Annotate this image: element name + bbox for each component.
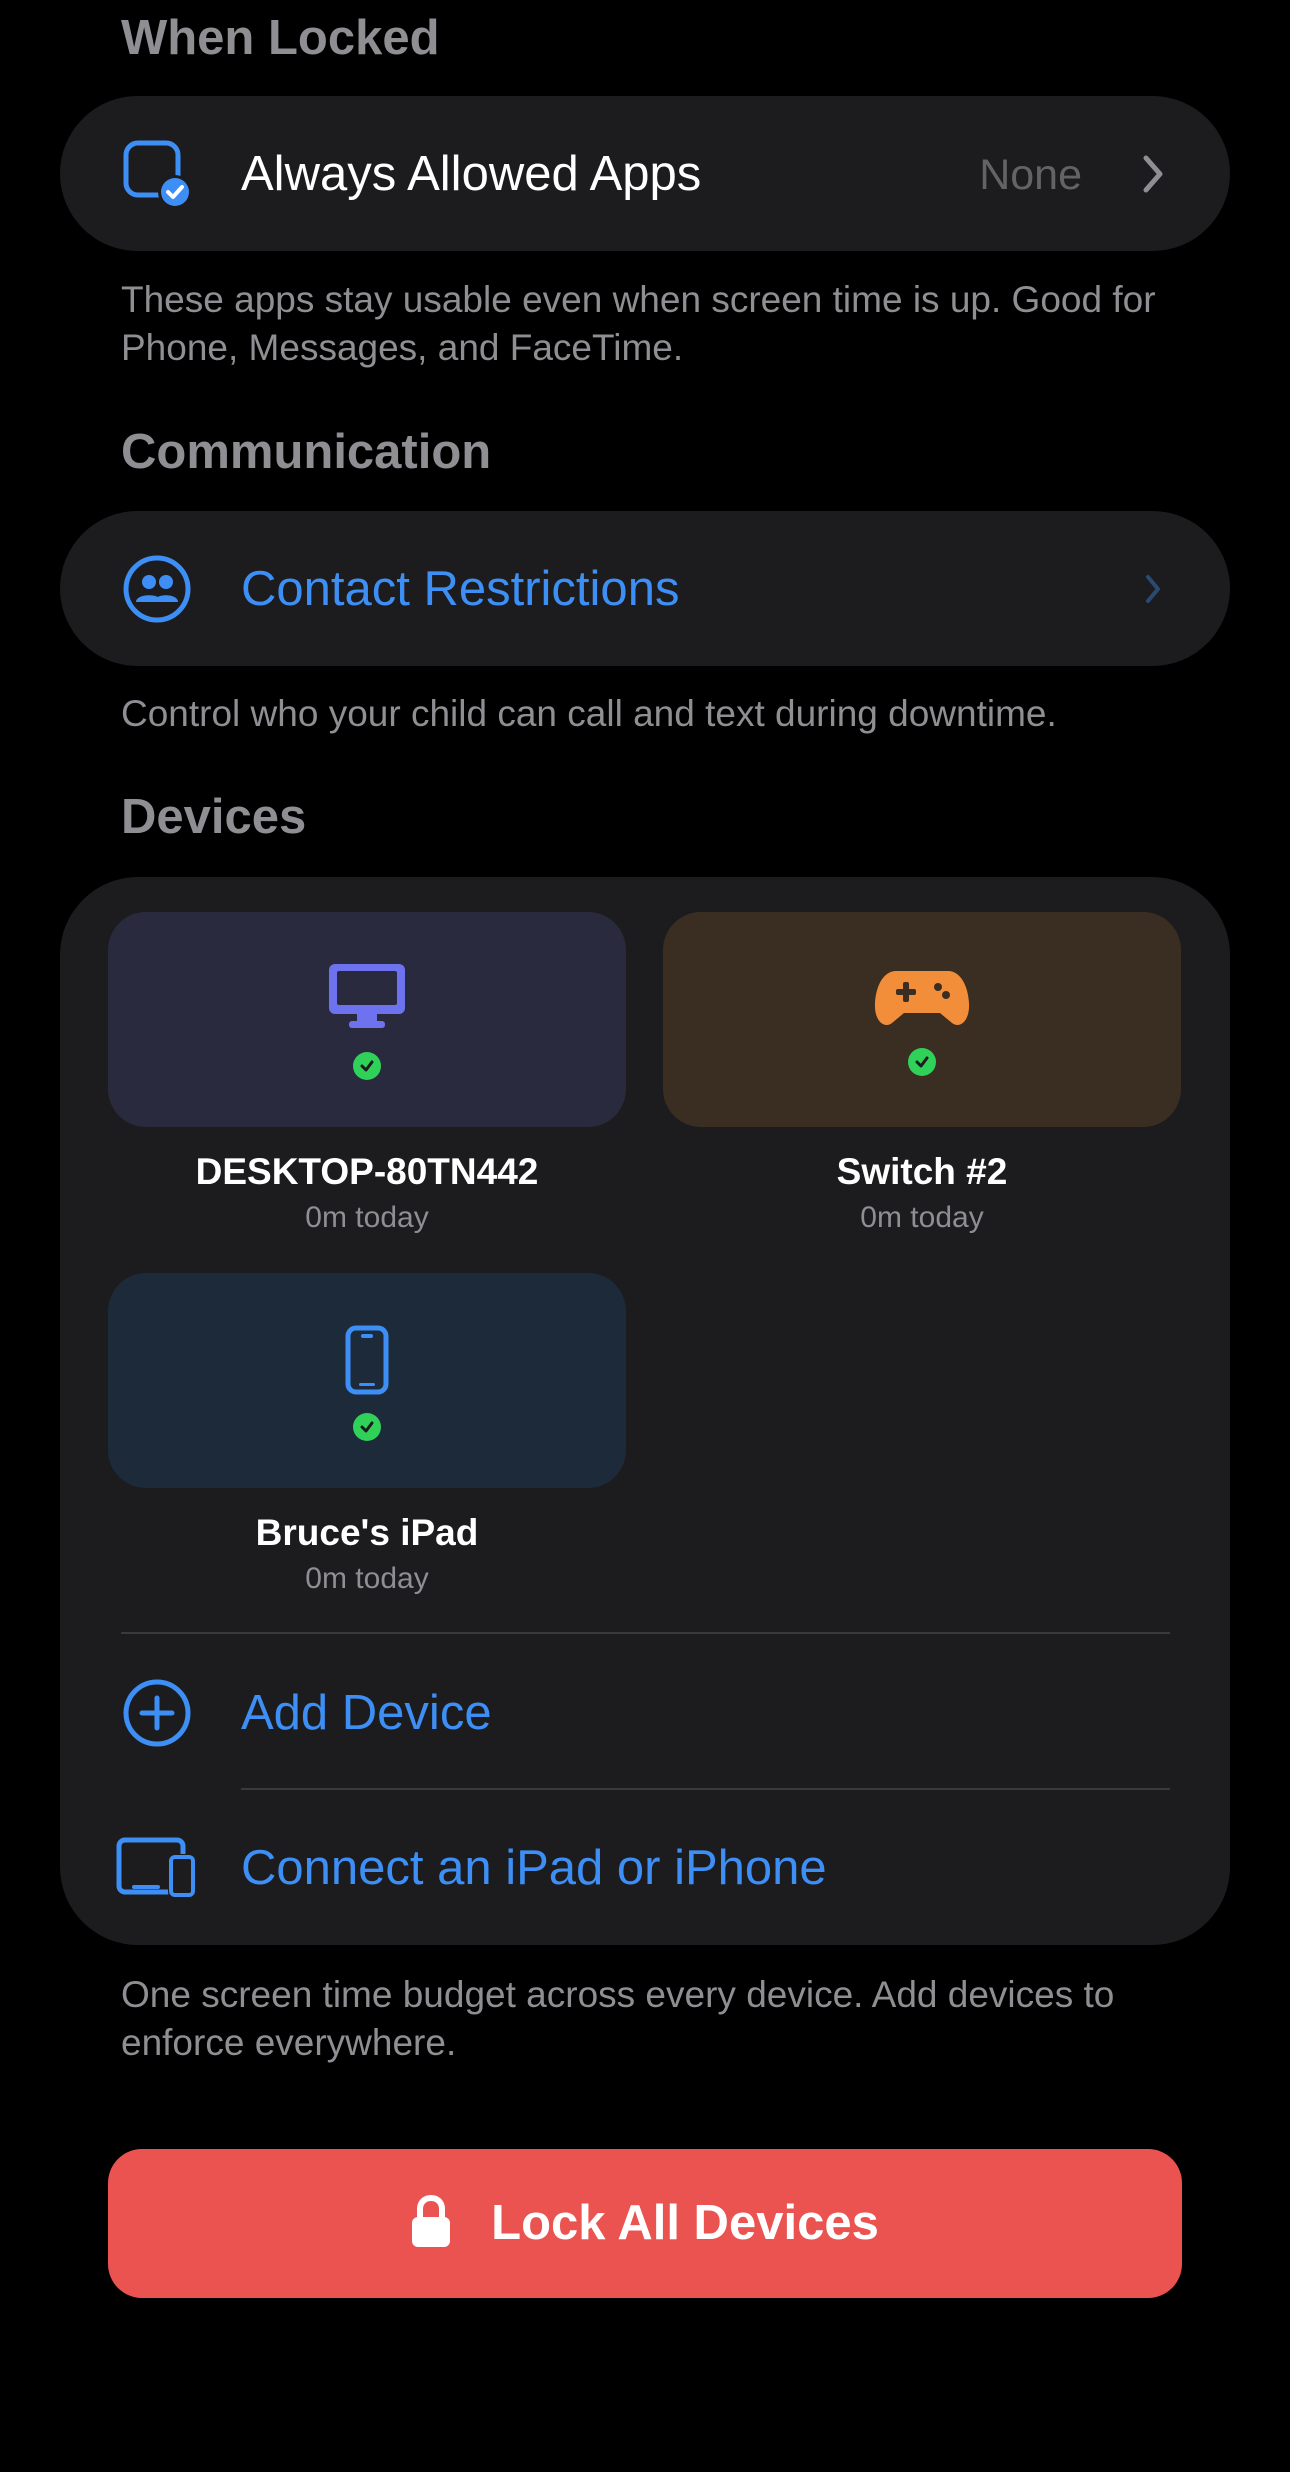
connect-ipad-iphone-label: Connect an iPad or iPhone bbox=[241, 1841, 827, 1895]
people-icon bbox=[120, 552, 194, 626]
lock-all-devices-button[interactable]: Lock All Devices bbox=[108, 2149, 1182, 2298]
device-tile-desktop[interactable]: DESKTOP-80TN442 0m today bbox=[108, 912, 626, 1233]
online-check-icon bbox=[353, 1052, 381, 1080]
plus-circle-icon bbox=[120, 1676, 194, 1750]
device-name: DESKTOP-80TN442 bbox=[195, 1151, 539, 1192]
phone-icon bbox=[345, 1325, 389, 1400]
lock-icon bbox=[411, 2194, 451, 2252]
online-check-icon bbox=[353, 1413, 381, 1441]
devices-icon bbox=[116, 1831, 198, 1905]
contact-restrictions-card: Contact Restrictions bbox=[60, 511, 1230, 666]
section-header-when-locked: When Locked bbox=[121, 11, 440, 65]
connect-ipad-iphone-row[interactable]: Connect an iPad or iPhone bbox=[60, 1790, 1230, 1945]
section-header-communication: Communication bbox=[121, 425, 492, 479]
always-allowed-apps-value: None bbox=[979, 151, 1082, 199]
device-tile-background bbox=[663, 912, 1181, 1127]
add-device-label: Add Device bbox=[241, 1686, 492, 1740]
device-usage: 0m today bbox=[305, 1562, 429, 1595]
always-allowed-apps-card: Always Allowed Apps None bbox=[60, 96, 1230, 251]
contact-restrictions-row[interactable]: Contact Restrictions bbox=[60, 511, 1230, 666]
section-header-devices: Devices bbox=[121, 790, 307, 844]
always-allowed-apps-label: Always Allowed Apps bbox=[241, 147, 702, 201]
when-locked-footnote: These apps stay usable even when screen … bbox=[121, 279, 1156, 368]
contact-restrictions-label: Contact Restrictions bbox=[241, 562, 680, 616]
device-tile-switch[interactable]: Switch #2 0m today bbox=[663, 912, 1181, 1233]
divider bbox=[121, 1632, 1170, 1634]
devices-footnote: One screen time budget across every devi… bbox=[121, 1974, 1115, 2063]
chevron-right-icon bbox=[1138, 567, 1168, 611]
add-device-row[interactable]: Add Device bbox=[60, 1635, 1230, 1790]
device-name: Bruce's iPad bbox=[255, 1512, 479, 1553]
always-allowed-apps-row[interactable]: Always Allowed Apps None bbox=[60, 96, 1230, 251]
online-check-icon bbox=[908, 1048, 936, 1076]
devices-card: DESKTOP-80TN442 0m today Switch #2 0m to… bbox=[60, 877, 1230, 1945]
device-usage: 0m today bbox=[305, 1201, 429, 1234]
device-tile-background bbox=[108, 1273, 626, 1488]
communication-footnote: Control who your child can call and text… bbox=[121, 693, 1057, 734]
gamepad-icon bbox=[874, 967, 970, 1034]
device-name: Switch #2 bbox=[836, 1151, 1008, 1192]
desktop-icon bbox=[327, 962, 407, 1035]
device-tile-background bbox=[108, 912, 626, 1127]
lock-all-devices-label: Lock All Devices bbox=[491, 2196, 879, 2250]
checkmark-app-icon bbox=[120, 137, 194, 211]
device-tile-ipad[interactable]: Bruce's iPad 0m today bbox=[108, 1273, 626, 1594]
chevron-right-icon bbox=[1138, 152, 1168, 196]
device-usage: 0m today bbox=[860, 1201, 984, 1234]
